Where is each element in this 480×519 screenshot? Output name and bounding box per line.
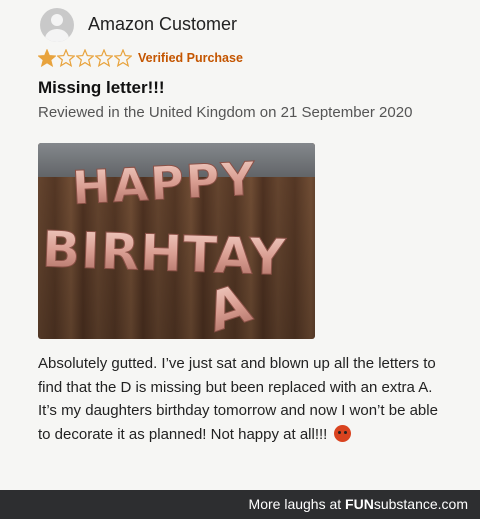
review-card: Amazon Customer Verified Purchase Missin… bbox=[0, 0, 480, 490]
footer-brand-sub: substance.com bbox=[373, 496, 468, 512]
footer-prefix: More laughs at bbox=[248, 496, 342, 512]
footer-credit[interactable]: More laughs at FUNsubstance.com bbox=[249, 496, 468, 512]
star-empty-icon bbox=[76, 49, 94, 67]
review-meta: Reviewed in the United Kingdom on 21 Sep… bbox=[38, 104, 413, 121]
footer-brand-fun: FUN bbox=[345, 496, 374, 512]
review-body: Absolutely gutted. I’ve just sat and blo… bbox=[38, 352, 453, 446]
star-empty-icon bbox=[95, 49, 113, 67]
avatar-body bbox=[45, 29, 69, 42]
footer-bar: More laughs at FUNsubstance.com bbox=[0, 490, 480, 519]
balloon-line-1: HAPPY bbox=[71, 151, 258, 215]
star-empty-icon bbox=[114, 49, 132, 67]
balloon-line-2: BIRHTAY bbox=[41, 220, 287, 286]
star-rating bbox=[38, 48, 133, 68]
star-filled-icon bbox=[38, 49, 56, 67]
verified-purchase-badge: Verified Purchase bbox=[138, 51, 243, 65]
username[interactable]: Amazon Customer bbox=[88, 14, 237, 35]
review-title[interactable]: Missing letter!!! bbox=[38, 78, 165, 98]
angry-face-icon bbox=[333, 424, 351, 442]
balloon-letters: HAPPY BIRHTAY A bbox=[41, 151, 288, 339]
review-body-text: Absolutely gutted. I’ve just sat and blo… bbox=[38, 355, 438, 443]
review-photo[interactable]: HAPPY BIRHTAY A bbox=[38, 143, 315, 339]
avatar-head bbox=[51, 14, 63, 26]
avatar[interactable] bbox=[40, 8, 74, 42]
star-empty-icon bbox=[57, 49, 75, 67]
